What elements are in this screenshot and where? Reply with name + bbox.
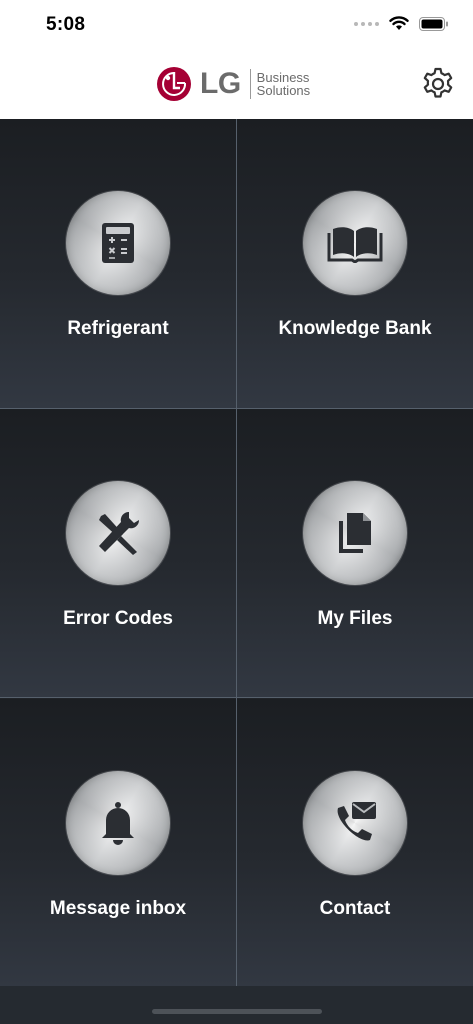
tile-label: Refrigerant	[67, 318, 169, 339]
lg-logo: LG Business Solutions	[156, 66, 310, 102]
tile-label: Message inbox	[49, 898, 187, 919]
tile-label: Error Codes	[63, 608, 173, 629]
knowledge-bank-button-disc[interactable]	[303, 191, 407, 295]
signal-icon	[354, 21, 379, 26]
tile-label: Knowledge Bank	[278, 318, 432, 339]
my-files-button-disc[interactable]	[303, 481, 407, 585]
message-inbox-button-disc[interactable]	[66, 771, 170, 875]
tile-knowledge-bank[interactable]: Knowledge Bank	[237, 119, 473, 408]
logo-subtitle: Business Solutions	[257, 71, 310, 97]
refrigerant-button-disc[interactable]	[66, 191, 170, 295]
menu-grid: Refrigerant Knowledge Bank Error Codes M…	[0, 119, 473, 988]
tools-icon	[99, 511, 140, 555]
battery-icon	[419, 16, 448, 31]
phone-mail-icon	[337, 802, 376, 841]
error-codes-button-disc[interactable]	[66, 481, 170, 585]
tile-my-files[interactable]: My Files	[237, 409, 473, 698]
home-indicator[interactable]	[152, 1009, 322, 1014]
tile-contact[interactable]: Contact	[237, 699, 473, 988]
header-bar: 5:08 LG Business Solutions	[0, 0, 473, 119]
grid-divider-horizontal	[0, 408, 473, 409]
logo-divider	[249, 69, 251, 99]
tile-message-inbox[interactable]: Message inbox	[0, 699, 236, 988]
logo-wordmark: LG	[200, 67, 241, 100]
calculator-icon	[102, 223, 134, 263]
bell-icon	[102, 802, 134, 845]
gear-icon[interactable]	[420, 66, 456, 102]
files-icon	[339, 513, 371, 553]
grid-divider-vertical	[236, 119, 237, 986]
logo-subtitle-line2: Solutions	[256, 83, 311, 98]
wifi-icon	[389, 16, 409, 30]
lg-face-icon	[157, 67, 191, 101]
tile-error-codes[interactable]: Error Codes	[0, 409, 236, 698]
tile-label: Contact	[319, 898, 391, 919]
book-icon	[327, 227, 383, 263]
bottom-area	[0, 986, 473, 1024]
grid-divider-horizontal	[0, 697, 473, 698]
status-time: 5:08	[46, 14, 86, 35]
tile-refrigerant[interactable]: Refrigerant	[0, 119, 236, 408]
contact-button-disc[interactable]	[303, 771, 407, 875]
status-icons	[354, 16, 449, 31]
tile-label: My Files	[317, 608, 393, 629]
